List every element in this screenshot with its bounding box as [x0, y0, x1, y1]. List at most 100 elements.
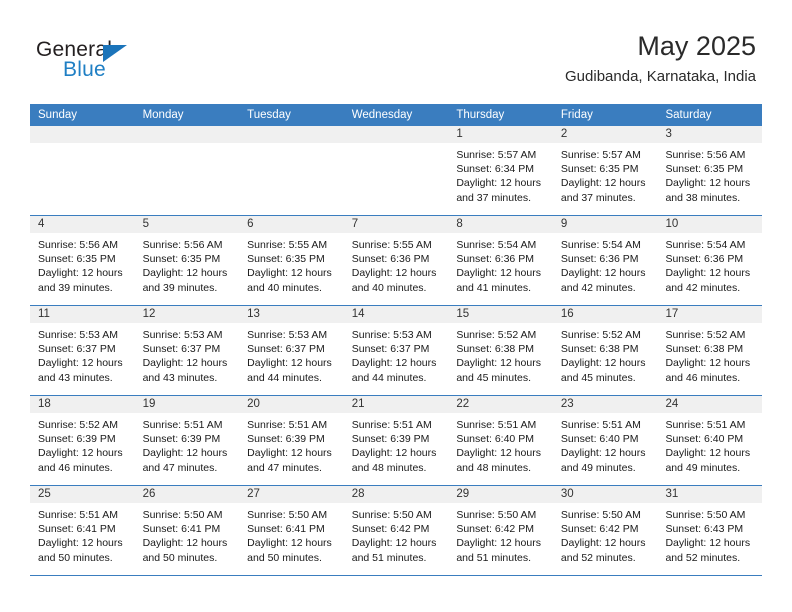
day-detail-line: Daylight: 12 hours — [38, 447, 123, 460]
day-detail-line: Sunrise: 5:55 AM — [351, 239, 432, 251]
day-number-band: 7 — [343, 216, 449, 234]
day-detail-line: Sunset: 6:37 PM — [142, 343, 221, 356]
day-detail-line: Sunset: 6:43 PM — [665, 523, 744, 536]
day-cell-12[interactable]: 12 Sunrise: 5:53 AM Sunset: 6:37 PM Dayligh… — [134, 306, 240, 395]
day-detail-line: Sunset: 6:36 PM — [351, 253, 430, 266]
day-cell-3[interactable]: 3 Sunrise: 5:56 AM Sunset: 6:35 PM Daylight… — [657, 126, 763, 215]
day-cell-9[interactable]: 9 Sunrise: 5:54 AM Sunset: 6:36 PM Daylight… — [552, 216, 658, 305]
day-number: 8 — [456, 218, 463, 230]
day-detail-line: Sunset: 6:41 PM — [38, 523, 116, 536]
day-detail-line: Sunrise: 5:54 AM — [560, 239, 641, 251]
day-detail-line: Sunset: 6:37 PM — [247, 343, 325, 356]
day-detail-line: Sunrise: 5:56 AM — [38, 239, 118, 251]
day-cell-27[interactable]: 27 Sunrise: 5:50 AM Sunset: 6:41 PM Dayligh… — [239, 486, 344, 575]
calendar-grid: Sunday Monday Tuesday Wednesday Thursday Frid… — [30, 104, 763, 576]
day-number: 27 — [247, 488, 260, 500]
day-detail-line: Daylight: 12 hours — [665, 267, 751, 280]
day-cell-5[interactable]: 5 Sunrise: 5:56 AM Sunset: 6:35 PM Daylight… — [134, 216, 240, 305]
day-cell-31[interactable]: 31 Sunrise: 5:50 AM Sunset: 6:43 PM Dayligh… — [657, 486, 763, 575]
day-detail-line: and 52 minutes. — [560, 551, 636, 564]
day-number-band: 22 — [448, 396, 553, 414]
day-cell-18[interactable]: 18 Sunrise: 5:52 AM Sunset: 6:39 PM Dayligh… — [30, 396, 135, 485]
day-cell-25[interactable]: 25 Sunrise: 5:51 AM Sunset: 6:41 PM Dayligh… — [30, 486, 135, 575]
day-cell-22[interactable]: 22 Sunrise: 5:51 AM Sunset: 6:40 PM Dayligh… — [448, 396, 553, 485]
day-number-band: 15 — [448, 306, 553, 324]
day-detail-line: Daylight: 12 hours — [560, 267, 646, 280]
day-detail-line: and 41 minutes. — [456, 281, 532, 294]
day-cell-empty — [343, 126, 449, 215]
day-number-band: 29 — [448, 486, 553, 504]
day-number: 10 — [665, 218, 679, 230]
day-number: 6 — [247, 218, 254, 230]
weekday-header-wednesday: Wednesday — [351, 109, 413, 121]
day-number-band — [239, 126, 344, 144]
day-cell-empty — [30, 126, 135, 215]
day-detail-line: Daylight: 12 hours — [456, 267, 541, 280]
day-detail-line: Sunset: 6:42 PM — [351, 523, 430, 536]
day-detail-line: Sunrise: 5:54 AM — [665, 239, 746, 251]
day-detail-line: Sunset: 6:36 PM — [456, 253, 534, 266]
day-cell-21[interactable]: 21 Sunrise: 5:51 AM Sunset: 6:39 PM Dayligh… — [343, 396, 449, 485]
day-cell-24[interactable]: 24 Sunrise: 5:51 AM Sunset: 6:40 PM Dayligh… — [657, 396, 763, 485]
day-detail-line: Daylight: 12 hours — [665, 447, 751, 460]
day-detail-line: and 46 minutes. — [665, 371, 741, 384]
day-detail-line: Sunrise: 5:51 AM — [351, 419, 432, 431]
day-cell-11[interactable]: 11 Sunrise: 5:53 AM Sunset: 6:37 PM Dayligh… — [30, 306, 135, 395]
day-cell-13[interactable]: 13 Sunrise: 5:53 AM Sunset: 6:37 PM Dayligh… — [239, 306, 344, 395]
day-cell-10[interactable]: 10 Sunrise: 5:54 AM Sunset: 6:36 PM Dayligh… — [657, 216, 763, 305]
day-cell-7[interactable]: 7 Sunrise: 5:55 AM Sunset: 6:36 PM Daylight… — [343, 216, 449, 305]
day-number-band: 11 — [30, 306, 135, 324]
day-details: Sunrise: 5:51 AM Sunset: 6:39 PM Daylight:… — [135, 414, 240, 475]
day-detail-line: Sunrise: 5:51 AM — [38, 509, 118, 521]
day-cell-29[interactable]: 29 Sunrise: 5:50 AM Sunset: 6:42 PM Dayligh… — [448, 486, 553, 575]
day-detail-line: and 47 minutes. — [142, 461, 218, 474]
day-cell-19[interactable]: 19 Sunrise: 5:51 AM Sunset: 6:39 PM Dayligh… — [134, 396, 240, 485]
weekday-header-tuesday: Tuesday — [247, 109, 291, 121]
day-number-band: 16 — [552, 306, 658, 324]
day-number-band: 6 — [239, 216, 344, 234]
weekday-header-monday: Monday — [142, 109, 184, 121]
day-cell-16[interactable]: 16 Sunrise: 5:52 AM Sunset: 6:38 PM Dayligh… — [552, 306, 658, 395]
brand-logo[interactable]: General Blue — [36, 38, 256, 88]
day-detail-line: Sunrise: 5:54 AM — [456, 239, 537, 251]
day-number-band: 24 — [657, 396, 763, 414]
day-detail-line: Sunset: 6:40 PM — [456, 433, 534, 446]
day-detail-line: and 48 minutes. — [351, 461, 427, 474]
day-number-band: 20 — [239, 396, 344, 414]
day-cell-6[interactable]: 6 Sunrise: 5:55 AM Sunset: 6:35 PM Daylight… — [239, 216, 344, 305]
day-details: Sunrise: 5:52 AM Sunset: 6:38 PM Daylight:… — [657, 324, 762, 385]
day-detail-line: Daylight: 12 hours — [665, 357, 751, 370]
day-cell-26[interactable]: 26 Sunrise: 5:50 AM Sunset: 6:41 PM Dayligh… — [134, 486, 240, 575]
day-detail-line: and 49 minutes. — [560, 461, 636, 474]
page-title: May 2025 — [637, 31, 756, 61]
day-detail-line: and 51 minutes. — [351, 551, 427, 564]
day-details: Sunrise: 5:51 AM Sunset: 6:39 PM Daylight:… — [239, 414, 344, 475]
day-cell-4[interactable]: 4 Sunrise: 5:56 AM Sunset: 6:35 PM Daylight… — [30, 216, 135, 305]
day-detail-line: Sunrise: 5:53 AM — [247, 329, 328, 341]
day-cell-30[interactable]: 30 Sunrise: 5:50 AM Sunset: 6:42 PM Dayligh… — [552, 486, 658, 575]
day-number-band: 21 — [343, 396, 449, 414]
day-cell-23[interactable]: 23 Sunrise: 5:51 AM Sunset: 6:40 PM Dayligh… — [552, 396, 658, 485]
day-details: Sunrise: 5:53 AM Sunset: 6:37 PM Daylight:… — [30, 324, 135, 385]
day-cell-28[interactable]: 28 Sunrise: 5:50 AM Sunset: 6:42 PM Dayligh… — [343, 486, 449, 575]
day-detail-line: Sunrise: 5:50 AM — [665, 509, 746, 521]
day-cell-15[interactable]: 15 Sunrise: 5:52 AM Sunset: 6:38 PM Dayligh… — [448, 306, 553, 395]
day-detail-line: Sunrise: 5:50 AM — [247, 509, 328, 521]
day-detail-line: Daylight: 12 hours — [665, 177, 751, 190]
day-cell-2[interactable]: 2 Sunrise: 5:57 AM Sunset: 6:35 PM Daylight… — [552, 126, 658, 215]
day-cell-1[interactable]: 1 Sunrise: 5:57 AM Sunset: 6:34 PM Daylight… — [448, 126, 553, 215]
day-detail-line: and 42 minutes. — [560, 281, 636, 294]
day-details — [344, 144, 449, 148]
day-detail-line: and 43 minutes. — [142, 371, 218, 384]
day-number-band: 1 — [448, 126, 553, 144]
day-detail-line: Sunrise: 5:52 AM — [456, 329, 537, 341]
day-cell-8[interactable]: 8 Sunrise: 5:54 AM Sunset: 6:36 PM Daylight… — [448, 216, 553, 305]
day-detail-line: Daylight: 12 hours — [142, 537, 228, 550]
day-detail-line: Sunset: 6:35 PM — [560, 163, 639, 176]
day-cell-17[interactable]: 17 Sunrise: 5:52 AM Sunset: 6:38 PM Dayligh… — [657, 306, 763, 395]
day-detail-line: Daylight: 12 hours — [560, 357, 646, 370]
day-details: Sunrise: 5:50 AM Sunset: 6:43 PM Daylight:… — [657, 504, 762, 565]
day-cell-14[interactable]: 14 Sunrise: 5:53 AM Sunset: 6:37 PM Dayligh… — [343, 306, 449, 395]
day-cell-20[interactable]: 20 Sunrise: 5:51 AM Sunset: 6:39 PM Dayligh… — [239, 396, 344, 485]
day-details: Sunrise: 5:56 AM Sunset: 6:35 PM Daylight:… — [135, 234, 240, 295]
